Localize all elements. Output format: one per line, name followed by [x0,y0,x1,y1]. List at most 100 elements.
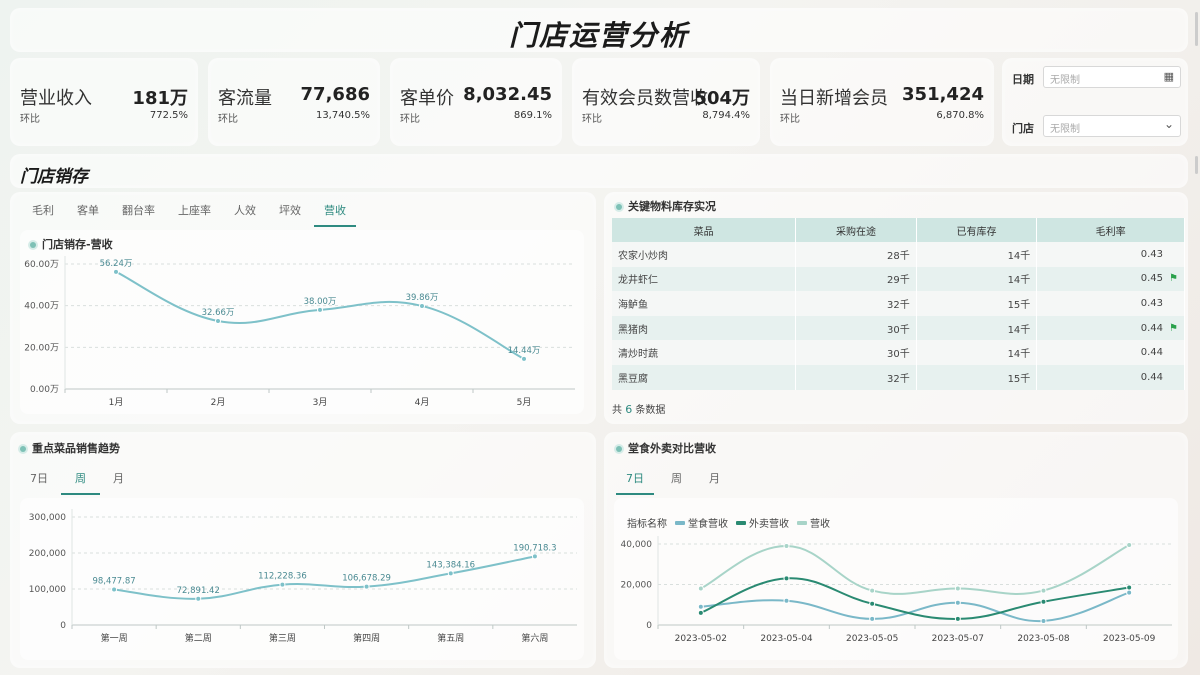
data-point [521,355,527,362]
table-row[interactable]: 农家小炒肉 28千 14千 0.43⚑ [612,242,1185,267]
data-point [954,585,961,592]
tab-revenue[interactable]: 营收 [314,202,356,227]
tab-occupancy[interactable]: 上座率 [168,202,221,227]
date-filter-placeholder: 无限制 [1050,75,1080,86]
data-label: 143,384.16 [426,560,475,570]
tab-week[interactable]: 周 [657,470,696,495]
data-label: 14.44万 [508,346,541,356]
data-label: 112,228.36 [258,572,307,582]
margin-value: 0.44 [1140,371,1164,383]
tab-7-days[interactable]: 7日 [616,470,654,495]
tab-gross-profit[interactable]: 毛利 [22,202,64,227]
kpi-label: 营业收入 [20,88,92,109]
chevron-down-icon: ⌄ [1163,117,1174,131]
legend-item-revenue[interactable]: 营收 [797,515,830,530]
table-row[interactable]: 清炒时蔬 30千 14千 0.44⚑ [612,340,1185,365]
cell-margin: 0.45 ⚑ [1036,266,1185,292]
x-tick-label: 第五周 [437,632,464,644]
kpi-card-avg-order: 客单价 8,032.45 环比 869.1% [390,58,562,146]
store-revenue-chart: 0.00万 20.00万 40.00万 60.00万 1月 2月 3月 4月 5月 56.24万 3… [24,256,575,408]
table-row[interactable]: 黑猪肉 30千 14千 0.44 ⚑ [612,315,1185,341]
dine-delivery-title-text: 堂食外卖对比营收 [628,442,716,455]
tab-7-days[interactable]: 7日 [20,470,58,495]
section-title: 门店销存 [20,167,88,187]
kpi-sub-label: 环比 [20,114,40,125]
page-title: 门店运营分析 [508,19,689,52]
data-point [954,615,961,622]
series-line [115,270,525,360]
data-label: 56.24万 [100,259,133,269]
legend-item-delivery[interactable]: 外卖营收 [736,515,789,530]
scrollbar[interactable] [1195,12,1198,46]
data-point [869,587,876,594]
data-label: 98,477.87 [92,577,135,587]
y-tick-label: 0 [646,621,652,631]
column-header[interactable]: 已有库存 [916,218,1038,242]
y-tick-label: 20.00万 [24,343,59,353]
tab-customer[interactable]: 客单 [67,202,109,227]
cell-stock: 15千 [916,364,1038,390]
x-tick-label: 第四周 [353,632,380,644]
table-row[interactable]: 黑豆腐 32千 15千 0.44⚑ [612,364,1185,390]
kpi-card-new-members: 当日新增会员 351,424 环比 6,870.8% [770,58,994,146]
cell-margin: 0.43⚑ [1036,291,1185,316]
cell-transit: 32千 [795,364,917,390]
data-point [869,600,876,607]
total-suffix: 条数据 [635,405,666,416]
store-filter-select[interactable]: 无限制 ⌄ [1043,115,1181,137]
date-filter-input[interactable]: 无限制 ▦ [1043,66,1181,88]
kpi-sub-label: 环比 [218,114,238,125]
column-header[interactable]: 采购在途 [795,218,917,242]
legend-item-dine[interactable]: 堂食营收 [675,515,728,530]
table-header-row: 菜品 采购在途 已有库存 毛利率 [612,218,1185,242]
kpi-pct: 13,740.5% [315,110,370,121]
tab-month[interactable]: 月 [699,470,730,495]
x-tick-label: 第三周 [269,632,296,644]
dish-trend-title-text: 重点菜品销售趋势 [32,442,120,455]
x-tick-label: 4月 [415,397,430,408]
tab-turnover[interactable]: 翻台率 [112,202,165,227]
data-point [1126,584,1133,591]
data-point [954,599,961,606]
total-prefix: 共 [612,405,622,416]
cell-margin: 0.44⚑ [1036,315,1185,341]
data-point [195,595,202,602]
kpi-value: 8,032.45 [463,84,552,105]
table-row[interactable]: 海鲈鱼 32千 15千 0.43⚑ [612,291,1185,316]
scrollbar[interactable] [1195,156,1198,174]
tab-month[interactable]: 月 [103,470,134,495]
y-tick-label: 200,000 [29,549,66,559]
kpi-card-revenue: 营业收入 181万 环比 772.5% [10,58,198,146]
data-point [447,570,454,577]
data-label: 38.00万 [304,297,337,307]
data-point [869,615,876,622]
cell-margin: 0.44⚑ [1036,340,1185,365]
x-tick-label: 1月 [109,397,124,408]
data-label: 106,678.29 [342,574,391,584]
section-bar: 门店销存 [10,154,1188,188]
data-point [1040,617,1047,624]
legend-prefix: 指标名称 [627,519,667,530]
margin-value: 0.44 [1140,347,1164,359]
dine-delivery-tabs: 7日 周 月 [616,470,733,495]
data-point [317,306,323,313]
column-header[interactable]: 毛利率 [1036,218,1185,242]
x-tick-label: 3月 [313,397,328,408]
tab-area-efficiency[interactable]: 坪效 [269,202,311,227]
inventory-title: 关键物料库存实况 [616,198,716,214]
y-tick-label: 40,000 [621,540,653,550]
x-tick-label: 2023-05-02 [675,634,727,644]
data-label: 39.86万 [406,293,439,303]
cell-dish: 龙井虾仁 [612,266,797,292]
cell-margin: 0.43⚑ [1036,242,1185,267]
tab-labor-efficiency[interactable]: 人效 [224,202,266,227]
data-label: 190,718.3 [513,543,556,553]
cell-transit: 28千 [795,242,917,267]
cell-transit: 29千 [795,266,917,292]
bullet-dot [616,204,622,210]
filter-panel: 日期 无限制 ▦ 门店 无限制 ⌄ [1002,58,1188,146]
cell-dish: 清炒时蔬 [612,340,797,365]
tab-week[interactable]: 周 [61,470,100,495]
column-header[interactable]: 菜品 [612,218,797,242]
table-row[interactable]: 龙井虾仁 29千 14千 0.45 ⚑ [612,266,1185,292]
